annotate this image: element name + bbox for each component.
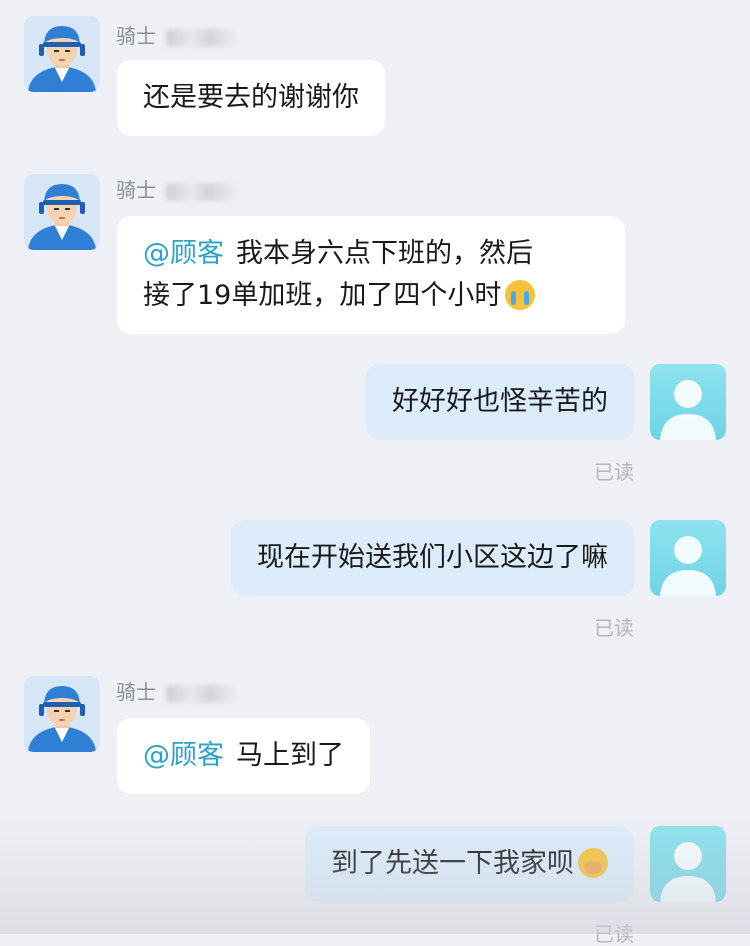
read-status: 已读	[594, 922, 634, 946]
message-text: 我本身六点下班的，然后	[236, 238, 533, 269]
outgoing-message-bubble[interactable]: 好好好也怪辛苦的	[366, 364, 634, 440]
mention-tag[interactable]: @顾客	[143, 238, 224, 269]
rider-avatar-icon	[28, 184, 96, 250]
incoming-message-bubble[interactable]: @顾客 马上到了	[117, 718, 370, 794]
incoming-message-bubble[interactable]: 还是要去的谢谢你	[117, 60, 385, 136]
sender-name: 骑士	[116, 178, 238, 202]
message-text: 接了19单加班，加了四个小时	[143, 280, 502, 311]
read-status: 已读	[594, 460, 634, 484]
incoming-message-bubble[interactable]: @顾客 我本身六点下班的，然后 接了19单加班，加了四个小时	[117, 216, 625, 334]
chat-area[interactable]: 骑士 还是要去的谢谢你 骑士 @顾客我本身六点下班的，然后 接了19单加班，加了…	[0, 0, 750, 946]
blurred-name	[166, 182, 238, 201]
message-text: 还是要去的谢谢你	[143, 82, 359, 113]
blurred-name	[166, 684, 238, 703]
my-avatar[interactable]	[650, 364, 726, 440]
default-user-icon	[660, 842, 716, 902]
rider-avatar[interactable]	[24, 174, 100, 250]
message-line: @顾客 我本身六点下班的，然后	[143, 233, 599, 275]
my-avatar[interactable]	[650, 520, 726, 596]
message-text: 到了先送一下我家呗	[331, 848, 574, 879]
my-avatar[interactable]	[650, 826, 726, 902]
crying-face-icon	[505, 280, 536, 310]
default-user-icon	[660, 380, 716, 440]
default-user-icon	[660, 536, 716, 596]
read-status: 已读	[594, 616, 634, 640]
message-text: 马上到了	[236, 740, 344, 771]
rider-avatar[interactable]	[24, 16, 100, 92]
outgoing-message-bubble[interactable]: 到了先送一下我家呗	[305, 826, 634, 902]
blurred-name	[166, 28, 238, 47]
outgoing-message-bubble[interactable]: 现在开始送我们小区这边了嘛	[231, 520, 634, 596]
rider-avatar-icon	[28, 26, 96, 92]
rider-avatar-icon	[28, 686, 96, 752]
rider-avatar[interactable]	[24, 676, 100, 752]
message-line: 接了19单加班，加了四个小时	[143, 275, 599, 317]
sender-name: 骑士	[116, 680, 238, 704]
mention-tag[interactable]: @顾客	[143, 740, 224, 771]
message-text: 现在开始送我们小区这边了嘛	[257, 542, 608, 573]
message-text: 好好好也怪辛苦的	[392, 386, 608, 417]
hand-over-mouth-icon	[578, 848, 608, 878]
sender-name: 骑士	[116, 24, 238, 48]
